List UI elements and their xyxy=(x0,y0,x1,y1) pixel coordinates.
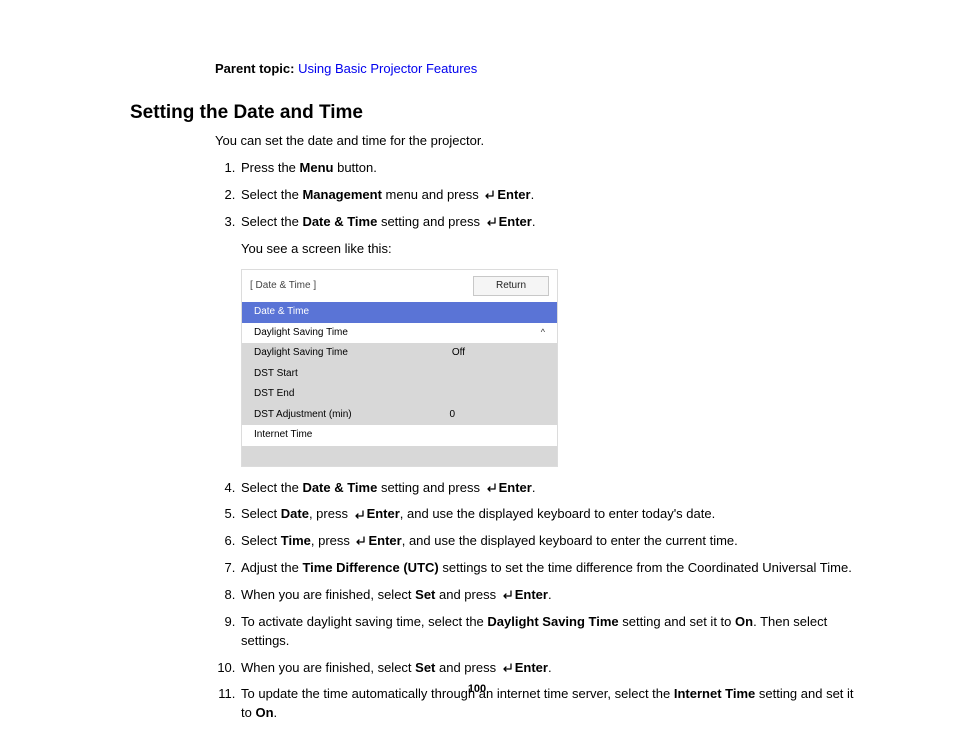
parent-topic: Parent topic: Using Basic Projector Feat… xyxy=(215,60,854,79)
steps-list: Press the Menu button. Select the Manage… xyxy=(215,159,854,723)
step-10: When you are finished, select Set and pr… xyxy=(239,659,854,678)
step-3: Select the Date & Time setting and press… xyxy=(239,213,854,467)
menu-row-dst-end[interactable]: DST End xyxy=(242,384,557,405)
return-button[interactable]: Return xyxy=(473,276,549,297)
page-heading: Setting the Date and Time xyxy=(130,99,854,127)
parent-topic-label: Parent topic: xyxy=(215,61,294,76)
menu-row-dst-start[interactable]: DST Start xyxy=(242,364,557,385)
step-1: Press the Menu button. xyxy=(239,159,854,178)
step-6: Select Time, press Enter, and use the di… xyxy=(239,532,854,551)
menu-header: [ Date & Time ] Return xyxy=(242,270,557,303)
enter-icon xyxy=(484,217,497,228)
menu-row-spacer xyxy=(242,446,557,466)
step-8: When you are finished, select Set and pr… xyxy=(239,586,854,605)
enter-icon xyxy=(353,536,366,547)
intro-text: You can set the date and time for the pr… xyxy=(215,132,854,151)
enter-icon xyxy=(484,483,497,494)
step-5: Select Date, press Enter, and use the di… xyxy=(239,505,854,524)
enter-icon xyxy=(500,590,513,601)
menu-screenshot: [ Date & Time ] Return Date & Time Dayli… xyxy=(241,269,558,467)
step-4: Select the Date & Time setting and press… xyxy=(239,479,854,498)
menu-row-dst[interactable]: Daylight Saving Time Off xyxy=(242,343,557,364)
step-7: Adjust the Time Difference (UTC) setting… xyxy=(239,559,854,578)
menu-row-dst-adjust[interactable]: DST Adjustment (min) 0 xyxy=(242,405,557,426)
step-3-subtext: You see a screen like this: xyxy=(241,240,854,259)
menu-title: [ Date & Time ] xyxy=(250,279,316,294)
menu-row-internet-time[interactable]: Internet Time xyxy=(242,425,557,446)
step-9: To activate daylight saving time, select… xyxy=(239,613,854,651)
chevron-up-icon: ^ xyxy=(541,326,545,339)
menu-row-dst-header[interactable]: Daylight Saving Time ^ xyxy=(242,323,557,344)
enter-icon xyxy=(352,510,365,521)
step-2: Select the Management menu and press Ent… xyxy=(239,186,854,205)
menu-row-datetime[interactable]: Date & Time xyxy=(242,302,557,323)
enter-icon xyxy=(482,190,495,201)
enter-icon xyxy=(500,663,513,674)
parent-topic-link[interactable]: Using Basic Projector Features xyxy=(298,61,477,76)
page-number: 100 xyxy=(0,682,954,698)
